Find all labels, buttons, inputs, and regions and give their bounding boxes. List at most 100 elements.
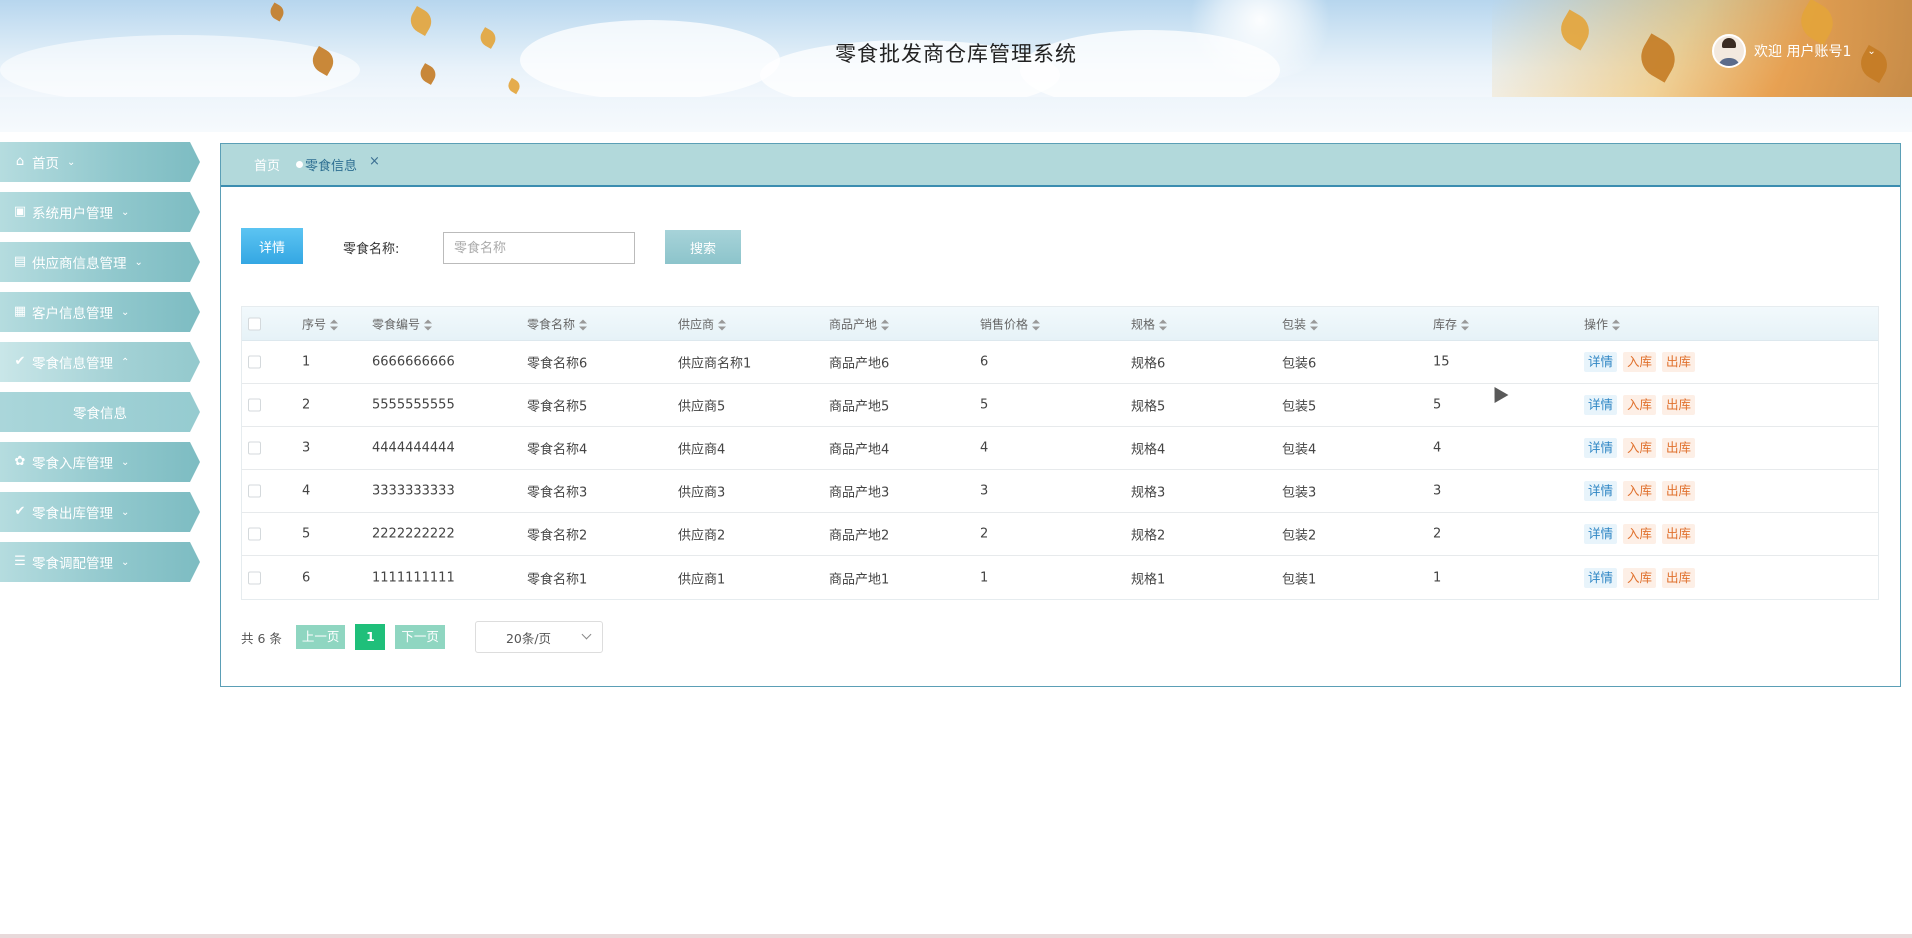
- page-number-button[interactable]: 1: [355, 624, 386, 650]
- cell-index: 4: [302, 483, 311, 499]
- sort-icon[interactable]: [1159, 319, 1168, 330]
- row-checkbox[interactable]: [248, 484, 261, 498]
- sidebar-subitem-snack-info[interactable]: 零食信息: [0, 392, 200, 432]
- cell-supplier: 供应商5: [678, 399, 726, 415]
- leaf-icon: [405, 5, 437, 37]
- apps-icon: ✿: [14, 454, 26, 469]
- cell-price: 6: [980, 354, 989, 370]
- column-header[interactable]: 规格: [1131, 315, 1168, 332]
- check-circle-icon: ✔: [14, 354, 26, 369]
- next-page-button[interactable]: 下一页: [395, 625, 445, 649]
- row-stock-in-button[interactable]: 入库: [1623, 352, 1657, 372]
- page-size-select[interactable]: 20条/页: [474, 621, 603, 653]
- row-actions: 详情 入库 出库: [1584, 524, 1701, 544]
- row-stock-in-button[interactable]: 入库: [1623, 438, 1657, 458]
- cell-spec: 规格6: [1131, 356, 1166, 372]
- prev-page-button[interactable]: 上一页: [295, 625, 346, 649]
- row-checkbox[interactable]: [248, 398, 261, 412]
- sidebar-item-customers[interactable]: ▦ 客户信息管理 ⌄: [0, 292, 200, 332]
- column-header[interactable]: 包装: [1282, 315, 1319, 332]
- row-stock-in-button[interactable]: 入库: [1623, 567, 1657, 588]
- row-detail-button[interactable]: 详情: [1584, 567, 1618, 588]
- column-header[interactable]: 零食名称: [527, 315, 588, 332]
- sidebar-item-home[interactable]: ⌂ 首页 ⌄: [0, 142, 200, 182]
- sort-icon[interactable]: [1612, 319, 1621, 330]
- row-detail-button[interactable]: 详情: [1584, 395, 1618, 415]
- cell-price: 3: [980, 483, 989, 499]
- row-detail-button[interactable]: 详情: [1584, 438, 1618, 458]
- sort-icon[interactable]: [1310, 319, 1319, 330]
- pagination: 共 6 条 上一页 1 下一页 20条/页: [241, 620, 603, 654]
- cell-index: 6: [302, 570, 311, 585]
- row-stock-out-button[interactable]: 出库: [1662, 567, 1696, 588]
- row-stock-in-button[interactable]: 入库: [1623, 524, 1657, 544]
- table-row: 3 4444444444 零食名称4 供应商4 商品产地4 4 规格4 包装4 …: [242, 427, 1878, 470]
- sort-icon[interactable]: [1461, 319, 1470, 330]
- pagination-total: 共 6 条: [241, 630, 282, 646]
- select-all-checkbox[interactable]: [248, 317, 261, 330]
- grid-icon: ▦: [13, 304, 27, 319]
- row-detail-button[interactable]: 详情: [1584, 352, 1618, 372]
- sidebar-item-allocation[interactable]: ☰ 零食调配管理 ⌄: [0, 542, 200, 582]
- close-icon[interactable]: ×: [369, 154, 380, 169]
- cell-origin: 商品产地4: [829, 442, 890, 458]
- sidebar-item-label: 系统用户管理: [32, 206, 113, 222]
- cell-name: 零食名称6: [527, 356, 588, 372]
- row-stock-in-button[interactable]: 入库: [1623, 481, 1657, 501]
- sidebar-item-stock-out[interactable]: ✔ 零食出库管理 ⌄: [0, 492, 200, 532]
- tab-snack-info[interactable]: 零食信息 ×: [296, 154, 380, 174]
- cell-code: 4444444444: [372, 440, 455, 456]
- column-header[interactable]: 操作: [1584, 315, 1621, 332]
- row-checkbox[interactable]: [248, 571, 261, 584]
- row-checkbox[interactable]: [248, 355, 261, 369]
- search-button[interactable]: 搜索: [665, 230, 741, 264]
- column-header[interactable]: 零食编号: [372, 315, 433, 332]
- row-detail-button[interactable]: 详情: [1584, 481, 1618, 501]
- row-actions: 详情 入库 出库: [1584, 481, 1701, 501]
- row-checkbox[interactable]: [248, 441, 261, 455]
- row-stock-out-button[interactable]: 出库: [1662, 481, 1696, 501]
- sort-icon[interactable]: [718, 319, 727, 330]
- tab-home[interactable]: 首页: [254, 155, 280, 174]
- sidebar-item-suppliers[interactable]: ▤ 供应商信息管理 ⌄: [0, 242, 200, 282]
- row-stock-out-button[interactable]: 出库: [1662, 395, 1696, 415]
- cell-index: 1: [302, 354, 311, 370]
- cell-supplier: 供应商1: [678, 572, 726, 587]
- search-input[interactable]: [443, 232, 635, 264]
- sort-icon[interactable]: [579, 319, 588, 330]
- chevron-down-icon: ⌄: [134, 256, 143, 268]
- sort-icon[interactable]: [424, 319, 433, 330]
- cell-name: 零食名称2: [527, 528, 588, 544]
- row-stock-in-button[interactable]: 入库: [1623, 395, 1657, 415]
- column-header[interactable]: 库存: [1433, 315, 1470, 332]
- sidebar-item-label: 零食出库管理: [32, 506, 113, 522]
- tab-dot-icon: [296, 161, 304, 168]
- sort-icon[interactable]: [881, 319, 890, 330]
- cell-stock: 15: [1433, 354, 1450, 370]
- leaf-icon: [267, 2, 287, 22]
- sort-icon[interactable]: [330, 319, 339, 330]
- cell-origin: 商品产地1: [829, 572, 890, 587]
- cell-spec: 规格4: [1131, 442, 1166, 458]
- sort-icon[interactable]: [1032, 319, 1041, 330]
- chevron-down-icon: [581, 629, 592, 640]
- detail-button[interactable]: 详情: [241, 228, 303, 264]
- column-header[interactable]: 商品产地: [829, 315, 890, 332]
- row-detail-button[interactable]: 详情: [1584, 524, 1618, 544]
- cell-supplier: 供应商4: [678, 442, 726, 458]
- sidebar-item-system-users[interactable]: ▣ 系统用户管理 ⌄: [0, 192, 200, 232]
- row-stock-out-button[interactable]: 出库: [1662, 352, 1696, 372]
- column-header[interactable]: 供应商: [678, 315, 727, 332]
- row-actions: 详情 入库 出库: [1584, 438, 1701, 458]
- chevron-down-icon: ⌄: [121, 206, 130, 218]
- sidebar-item-stock-in[interactable]: ✿ 零食入库管理 ⌄: [0, 442, 200, 482]
- user-menu[interactable]: 欢迎 用户账号1 ⌄: [1712, 33, 1876, 69]
- column-header[interactable]: 销售价格: [980, 315, 1041, 332]
- cell-origin: 商品产地2: [829, 528, 890, 544]
- row-stock-out-button[interactable]: 出库: [1662, 438, 1696, 458]
- row-checkbox[interactable]: [248, 527, 261, 541]
- sidebar-item-snack-info[interactable]: ✔ 零食信息管理 ⌃: [0, 342, 200, 382]
- column-header[interactable]: 序号: [302, 315, 339, 332]
- row-stock-out-button[interactable]: 出库: [1662, 524, 1696, 544]
- crop-icon: ▣: [13, 204, 27, 219]
